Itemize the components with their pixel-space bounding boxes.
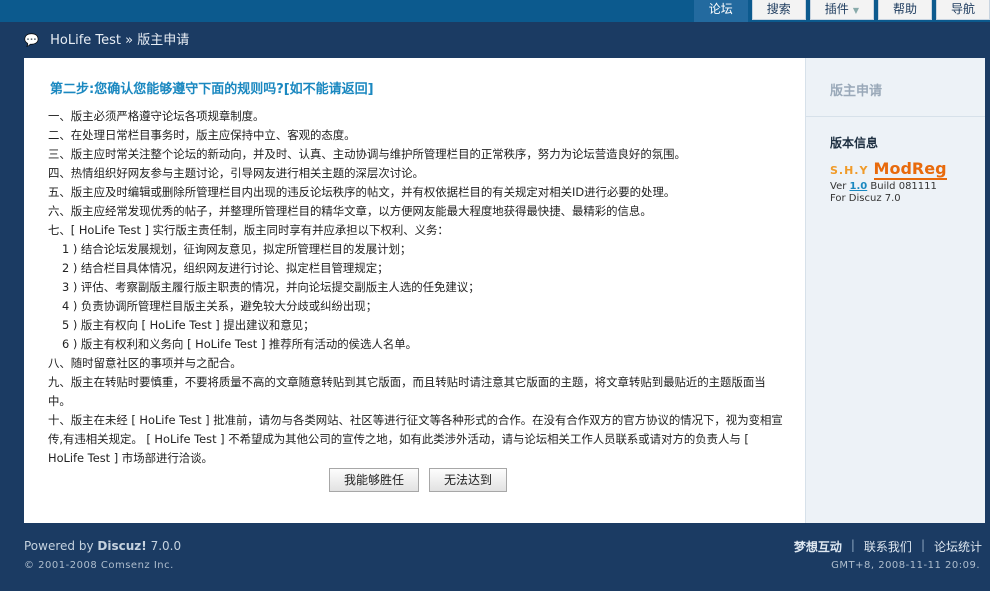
accept-button[interactable]: 我能够胜任 xyxy=(329,468,420,492)
nav-tab-label: 导航 xyxy=(950,2,975,16)
build-label: Build 081111 xyxy=(870,181,937,192)
nav-tab-label: 帮助 xyxy=(892,2,917,16)
footer-links: 梦想互动 | 联系我们 | 论坛统计 xyxy=(794,538,982,555)
side-title: 版主申请 xyxy=(830,84,883,99)
rule-item: 2 ) 结合栏目具体情况，组织网友进行讨论、拟定栏目管理规定； xyxy=(62,261,389,275)
rule-item: 六、版主应经常发现优秀的帖子，并整理所管理栏目的精华文章，以方便网友能最大程度地… xyxy=(48,204,652,218)
breadcrumb-separator: » xyxy=(125,33,134,48)
version-info-label: 版本信息 xyxy=(830,136,879,150)
footer-separator: | xyxy=(850,538,855,552)
rule-item: 二、在处理日常栏目事务时，版主应保持中立、客观的态度。 xyxy=(48,128,356,142)
reject-button[interactable]: 无法达到 xyxy=(429,468,508,492)
breadcrumb: 💬 HoLife Test » 版主申请 xyxy=(24,32,189,48)
rules-list: 一、版主必须严格遵守论坛各项规章制度。二、在处理日常栏目事务时，版主应保持中立、… xyxy=(48,107,788,468)
nav-tab-3[interactable]: 帮助 xyxy=(877,0,932,20)
for-discuz-label: For Discuz 7.0 xyxy=(830,193,901,204)
nav-tab-0[interactable]: 论坛 xyxy=(693,0,748,22)
side-panel: 版主申请 版本信息 S.H.Y ModReg Ver 1.0 Build 081… xyxy=(805,58,985,523)
rule-item: 五、版主应及时编辑或删除所管理栏目内出现的违反论坛秩序的帖文，并有权依据栏目的有… xyxy=(48,185,676,199)
main-nav: 论坛 搜索 插件 ▼ 帮助 导航 xyxy=(690,0,990,22)
nav-tab-1[interactable]: 搜索 xyxy=(751,0,806,20)
speech-bubble-icon: 💬 xyxy=(24,33,39,47)
nav-tab-label: 论坛 xyxy=(708,2,733,16)
powered-prefix: Powered by xyxy=(24,539,94,553)
logo-name: ModReg xyxy=(873,159,947,180)
version-prefix: Ver xyxy=(830,181,847,192)
rule-item: 4 ) 负责协调所管理栏目版主关系，避免较大分歧或纠纷出现； xyxy=(62,299,378,313)
rule-item: 七、[ HoLife Test ] 实行版主责任制，版主同时享有并应承担以下权利… xyxy=(48,223,449,237)
powered-by: Powered by Discuz! 7.0.0 xyxy=(24,539,181,553)
chevron-down-icon: ▼ xyxy=(852,6,859,15)
rule-item: 1 ) 结合论坛发展规划，征询网友意见，拟定所管理栏目的发展计划； xyxy=(62,242,412,256)
rule-item: 一、版主必须严格遵守论坛各项规章制度。 xyxy=(48,109,265,123)
logo-prefix: S.H.Y xyxy=(830,164,869,177)
copyright: © 2001-2008 Comsenz Inc. xyxy=(24,560,174,571)
breadcrumb-current: 版主申请 xyxy=(137,33,190,48)
footer-link-0[interactable]: 梦想互动 xyxy=(794,538,842,555)
powered-version: 7.0.0 xyxy=(150,539,182,553)
footer-link-2[interactable]: 论坛统计 xyxy=(934,538,982,555)
rule-item: 四、热情组织好网友参与主题讨论，引导网友进行相关主题的深层次讨论。 xyxy=(48,166,424,180)
powered-brand-link[interactable]: Discuz! xyxy=(97,539,146,553)
version-link[interactable]: 1.0 xyxy=(850,181,868,192)
nav-tab-label: 插件 xyxy=(824,2,849,16)
nav-tab-4[interactable]: 导航 xyxy=(935,0,990,20)
version-details: Ver 1.0 Build 081111 For Discuz 7.0 xyxy=(830,181,937,205)
action-buttons: 我能够胜任 无法达到 xyxy=(329,468,508,492)
nav-tab-2[interactable]: 插件 ▼ xyxy=(809,0,874,20)
footer-separator: | xyxy=(920,538,925,552)
top-bar: 论坛 搜索 插件 ▼ 帮助 导航 xyxy=(0,0,990,22)
rule-item: 5 ) 版主有权向 [ HoLife Test ] 提出建议和意见； xyxy=(62,318,315,332)
server-time: GMT+8, 2008-11-11 20:09. xyxy=(831,560,980,571)
rule-item: 八、随时留意社区的事项并与之配合。 xyxy=(48,356,242,370)
breadcrumb-site-link[interactable]: HoLife Test xyxy=(50,33,121,48)
rule-item: 十、版主在未经 [ HoLife Test ] 批准前，请勿与各类网站、社区等进… xyxy=(48,413,783,465)
rule-item: 6 ) 版主有权利和义务向 [ HoLife Test ] 推荐所有活动的侯选人… xyxy=(62,337,418,351)
rule-item: 3 ) 评估、考察副版主履行版主职责的情况，并向论坛提交副版主人选的任免建议； xyxy=(62,280,480,294)
footer-link-1[interactable]: 联系我们 xyxy=(864,538,912,555)
side-divider xyxy=(806,116,985,117)
page-heading: 第二步:您确认您能够遵守下面的规则吗?[如不能请返回] xyxy=(50,82,374,97)
rules-panel: 第二步:您确认您能够遵守下面的规则吗?[如不能请返回] 一、版主必须严格遵守论坛… xyxy=(24,58,805,523)
rule-item: 九、版主在转贴时要慎重，不要将质量不高的文章随意转贴到其它版面，而且转贴时请注意… xyxy=(48,375,766,408)
rule-item: 三、版主应时常关注整个论坛的新动向，并及时、认真、主动协调与维护所管理栏目的正常… xyxy=(48,147,686,161)
nav-tab-label: 搜索 xyxy=(766,2,791,16)
plugin-logo[interactable]: S.H.Y ModReg xyxy=(830,159,947,180)
